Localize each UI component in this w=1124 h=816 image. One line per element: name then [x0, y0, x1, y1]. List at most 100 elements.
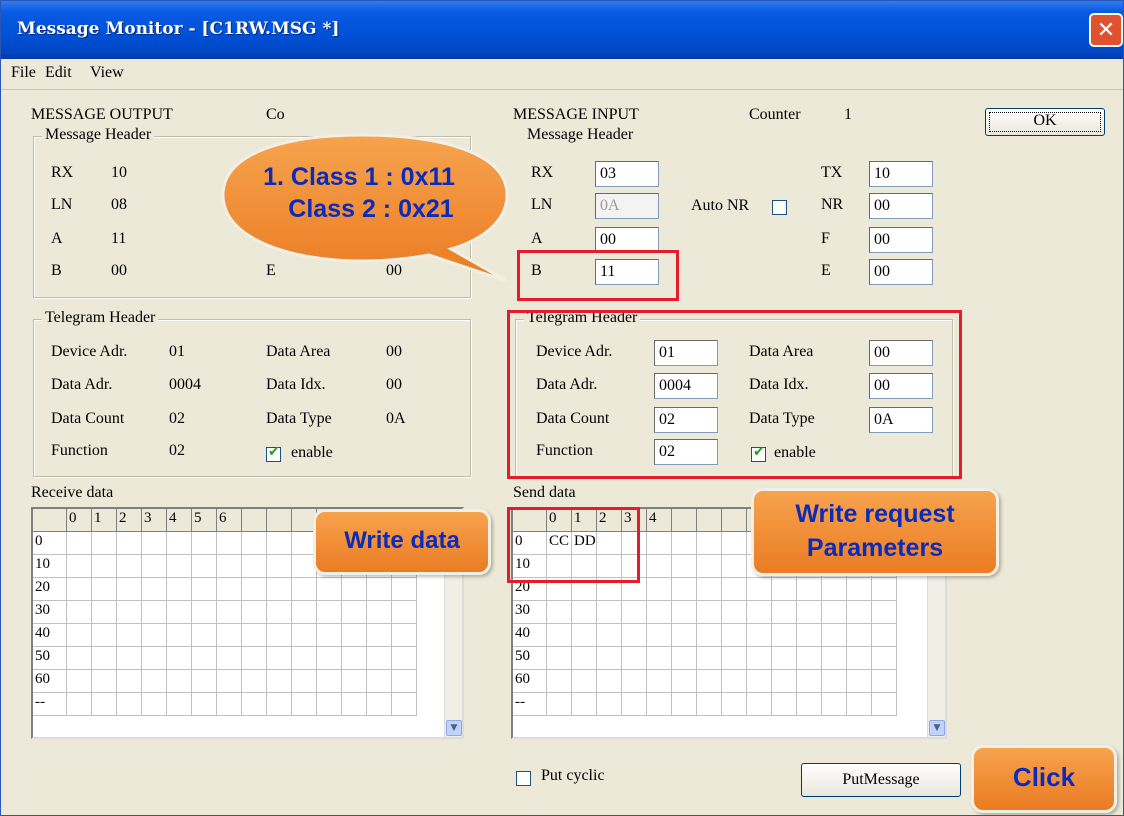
input-rx-label: RX	[531, 164, 554, 181]
recv-data-cell	[342, 578, 367, 601]
send-data-cell	[747, 647, 772, 670]
send-data-cell	[722, 532, 747, 555]
input-tx-label: TX	[821, 164, 843, 181]
recv-data-cell	[342, 670, 367, 693]
auto-nr-checkbox[interactable]	[772, 200, 787, 215]
recv-data-cell	[192, 532, 217, 555]
input-f-field[interactable]: 00	[869, 227, 933, 253]
input-a-label: A	[531, 230, 543, 247]
recv-data-cell	[167, 601, 192, 624]
ok-button[interactable]: OK	[985, 108, 1105, 136]
recv-data-cell	[242, 624, 267, 647]
recv-data-cell	[267, 624, 292, 647]
send-data-cell	[747, 578, 772, 601]
scroll-down-icon[interactable]: ▼	[446, 720, 462, 736]
recv-data-cell	[367, 578, 392, 601]
output-counter-label: Co	[266, 106, 285, 123]
send-data-cell	[747, 693, 772, 716]
recv-col-header: 0	[67, 509, 92, 532]
recv-data-cell	[392, 647, 417, 670]
recv-col-header: 4	[167, 509, 192, 532]
input-message-header-caption: Message Header	[524, 126, 637, 144]
recv-data-cell	[367, 624, 392, 647]
send-data-cell	[647, 693, 672, 716]
menu-edit[interactable]: Edit	[45, 64, 72, 82]
recv-data-cell	[217, 670, 242, 693]
recv-data-cell	[117, 555, 142, 578]
recv-data-cell	[392, 624, 417, 647]
recv-data-cell	[142, 693, 167, 716]
send-data-cell	[772, 670, 797, 693]
recv-data-cell	[92, 670, 117, 693]
output-message-header-caption: Message Header	[42, 126, 155, 144]
send-data-cell	[597, 601, 622, 624]
recv-data-cell	[92, 532, 117, 555]
recv-data-cell	[242, 601, 267, 624]
send-data-cell	[547, 647, 572, 670]
input-nr-field[interactable]: 00	[869, 193, 933, 219]
send-data-cell	[872, 601, 897, 624]
recv-data-cell	[242, 555, 267, 578]
input-e-field[interactable]: 00	[869, 259, 933, 285]
click-callout: Click	[971, 745, 1117, 813]
recv-data-cell	[192, 693, 217, 716]
send-data-cell	[822, 647, 847, 670]
send-data-cell	[847, 578, 872, 601]
send-data-cell	[672, 693, 697, 716]
recv-data-cell	[292, 647, 317, 670]
send-data-cell	[622, 601, 647, 624]
send-data-cell	[747, 601, 772, 624]
recv-row-header: 0	[33, 532, 67, 555]
send-data-cell	[822, 624, 847, 647]
class-line-2: Class 2 : 0x21	[288, 195, 454, 223]
output-a-label: A	[51, 230, 63, 247]
send-data-cell	[672, 670, 697, 693]
recv-data-cell	[242, 578, 267, 601]
menu-bar: File Edit View	[1, 59, 1123, 90]
send-data-cell	[647, 624, 672, 647]
output-a-value: 11	[111, 230, 127, 247]
recv-data-cell	[192, 670, 217, 693]
recv-data-cell	[142, 670, 167, 693]
input-rx-field[interactable]: 03	[595, 161, 659, 187]
title-bar[interactable]: Message Monitor - [C1RW.MSG *] ✕	[1, 1, 1123, 59]
recv-data-cell	[217, 578, 242, 601]
recv-data-cell	[142, 555, 167, 578]
send-data-cell	[722, 670, 747, 693]
send-data-cell	[872, 578, 897, 601]
recv-data-cell	[117, 693, 142, 716]
class-line-1: 1. Class 1 : 0x11	[263, 163, 455, 191]
recv-row-header: 40	[33, 624, 67, 647]
send-data-cell	[822, 670, 847, 693]
put-cyclic-label: Put cyclic	[541, 767, 605, 784]
send-data-cell	[547, 601, 572, 624]
recv-row-header: 10	[33, 555, 67, 578]
recv-data-cell	[267, 601, 292, 624]
scroll-down-icon[interactable]: ▼	[929, 720, 945, 736]
recv-data-cell	[67, 693, 92, 716]
output-telegram-header-caption: Telegram Header	[42, 309, 159, 327]
menu-view[interactable]: View	[90, 64, 124, 82]
output-enable-checkbox[interactable]: ✔	[266, 444, 281, 462]
put-message-button[interactable]: PutMessage	[801, 763, 961, 797]
send-data-cell	[797, 693, 822, 716]
put-cyclic-checkbox[interactable]	[516, 771, 531, 786]
send-data-cell	[747, 624, 772, 647]
input-counter-value: 1	[844, 106, 852, 123]
recv-data-cell	[292, 578, 317, 601]
close-icon[interactable]: ✕	[1089, 13, 1123, 47]
write-request-line-1: Write request	[795, 500, 955, 528]
send-data-cell	[872, 624, 897, 647]
recv-data-cell	[217, 647, 242, 670]
send-data-cell	[847, 624, 872, 647]
send-row-header: 60	[513, 670, 547, 693]
output-enable-label: enable	[291, 444, 333, 461]
recv-data-cell	[92, 555, 117, 578]
output-data-area-value: 00	[386, 343, 402, 360]
menu-file[interactable]: File	[11, 64, 36, 82]
write-request-callout: Write request Parameters	[751, 488, 999, 576]
recv-data-cell	[217, 555, 242, 578]
input-tx-field[interactable]: 10	[869, 161, 933, 187]
recv-data-cell	[192, 578, 217, 601]
highlight-b-field	[517, 250, 679, 301]
